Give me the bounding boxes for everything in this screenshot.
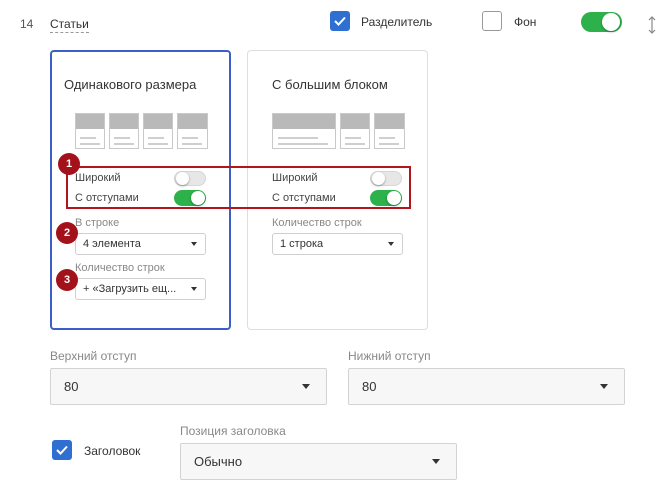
chevron-down-icon	[302, 384, 310, 389]
rows-count-select[interactable]: 1 строка	[272, 233, 403, 255]
separator-checkbox[interactable]	[330, 11, 350, 31]
chevron-down-icon	[191, 242, 197, 246]
callout-highlight-box	[66, 166, 411, 209]
per-row-value: 4 элемента	[83, 238, 141, 250]
rows-count-value: 1 строка	[280, 238, 324, 250]
rows-count-label: Количество строк	[75, 262, 165, 274]
bottom-margin-value: 80	[362, 379, 377, 394]
equal-size-grid-icon	[75, 113, 208, 149]
row-number: 14	[20, 17, 34, 31]
heading-position-label: Позиция заголовка	[180, 424, 286, 438]
heading-position-value: Обычно	[194, 454, 243, 469]
heading-position-select[interactable]: Обычно	[180, 443, 457, 480]
per-row-select[interactable]: 4 элемента	[75, 233, 206, 255]
toggle-knob	[602, 13, 620, 31]
chevron-down-icon	[432, 459, 440, 464]
callout-marker-3: 3	[56, 269, 78, 291]
heading-checkbox[interactable]	[52, 440, 72, 460]
separator-label: Разделитель	[361, 15, 433, 29]
block-title-link[interactable]: Статьи	[50, 17, 89, 33]
heading-label: Заголовок	[84, 444, 141, 458]
per-row-label: В строке	[75, 217, 120, 229]
bottom-margin-select[interactable]: 80	[348, 368, 625, 405]
background-checkbox[interactable]	[482, 11, 502, 31]
card-title-large-block: С большим блоком	[272, 77, 388, 92]
card-title-equal: Одинакового размера	[64, 77, 197, 92]
rows-count-select[interactable]: + «Загрузить ещ...	[75, 278, 206, 300]
top-margin-label: Верхний отступ	[50, 349, 137, 363]
large-block-grid-icon	[272, 113, 405, 149]
chevron-down-icon	[191, 287, 197, 291]
block-visibility-toggle[interactable]	[581, 12, 622, 32]
top-margin-value: 80	[64, 379, 79, 394]
callout-marker-1: 1	[58, 153, 80, 175]
rows-count-value: + «Загрузить ещ...	[83, 283, 177, 295]
vertical-resize-icon[interactable]	[647, 15, 657, 35]
check-icon	[334, 16, 346, 26]
background-label: Фон	[514, 15, 537, 29]
top-margin-select[interactable]: 80	[50, 368, 327, 405]
check-icon	[56, 445, 68, 455]
chevron-down-icon	[600, 384, 608, 389]
chevron-down-icon	[388, 242, 394, 246]
bottom-margin-label: Нижний отступ	[348, 349, 431, 363]
rows-count-label: Количество строк	[272, 217, 362, 229]
callout-marker-2: 2	[56, 222, 78, 244]
